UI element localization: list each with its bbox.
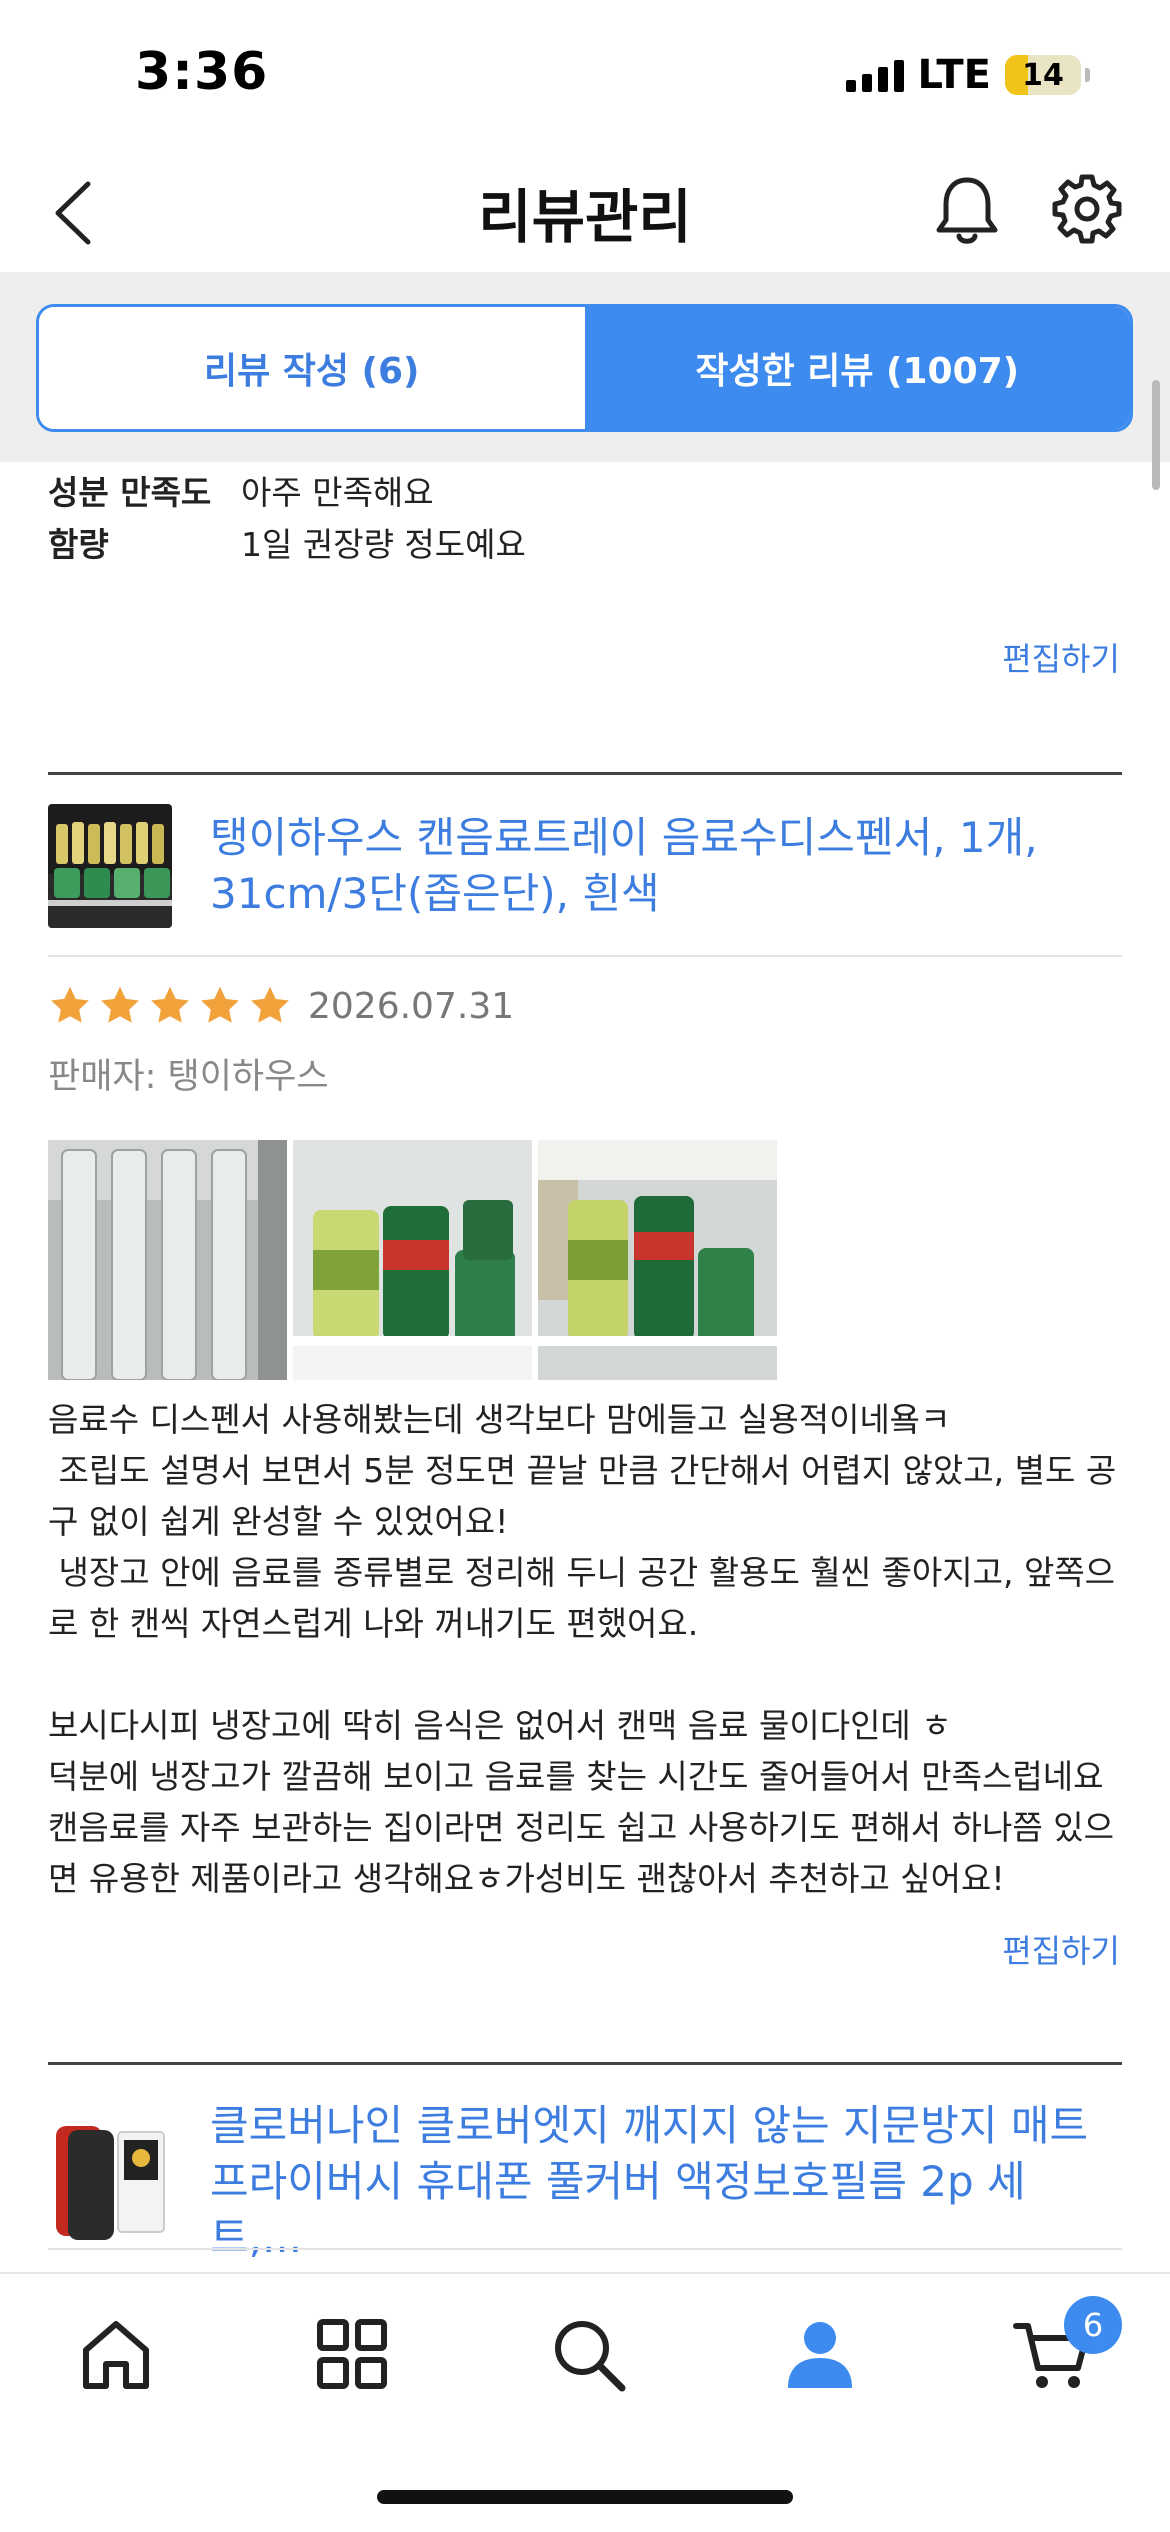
tab-bar-container: 리뷰 작성 (6) 작성한 리뷰 (1007) xyxy=(0,272,1170,462)
star-icon xyxy=(201,986,239,1023)
status-bar: 3:36 LTE 14 xyxy=(0,0,1170,150)
product-name-link[interactable]: 클로버나인 클로버엣지 깨지지 않는 지문방지 매트 프라이버시 휴대폰 풀커버… xyxy=(210,2098,1100,2266)
network-type: LTE xyxy=(917,52,991,98)
gear-icon[interactable] xyxy=(1050,172,1124,246)
product-thumbnail[interactable] xyxy=(48,804,172,928)
product-thumbnail[interactable] xyxy=(48,2120,172,2244)
review-photos xyxy=(48,1140,777,1380)
tab-write-review[interactable]: 리뷰 작성 (6) xyxy=(39,307,585,429)
review-date: 2026.07.31 xyxy=(308,985,515,1027)
battery-level: 14 xyxy=(1022,57,1064,93)
edit-review-button[interactable]: 편집하기 xyxy=(1002,634,1120,680)
app-header: 리뷰관리 xyxy=(0,150,1170,270)
rating-row: 2026.07.31 xyxy=(48,984,514,1028)
section-divider xyxy=(48,2248,1122,2250)
signal-icon xyxy=(845,58,904,92)
status-indicators: LTE 14 xyxy=(845,52,1090,98)
attribute-value: 1일 권장량 정도예요 xyxy=(241,525,526,564)
battery-icon: 14 xyxy=(1005,55,1081,95)
home-icon[interactable] xyxy=(76,2314,156,2394)
search-icon[interactable] xyxy=(548,2314,628,2394)
review-divider xyxy=(48,772,1122,775)
tab-written-reviews[interactable]: 작성한 리뷰 (1007) xyxy=(584,307,1130,429)
my-page-icon[interactable] xyxy=(780,2314,860,2394)
attribute-row: 성분 만족도 아주 만족해요 xyxy=(48,466,434,514)
review-text: 음료수 디스펜서 사용해봤는데 생각보다 맘에들고 실용적이네욬ㅋ 조립도 설명… xyxy=(48,1400,1117,1898)
scrollbar[interactable] xyxy=(1152,380,1160,490)
attribute-value: 아주 만족해요 xyxy=(241,473,434,512)
attribute-key: 성분 만족도 xyxy=(48,473,212,512)
seller-name: 판매자: 탱이하우스 xyxy=(48,1057,329,1097)
section-divider xyxy=(48,955,1122,957)
status-time: 3:36 xyxy=(135,42,269,102)
attribute-row: 함량 1일 권장량 정도예요 xyxy=(48,518,526,566)
review-tabs: 리뷰 작성 (6) 작성한 리뷰 (1007) xyxy=(36,304,1133,432)
product-row[interactable]: 탱이하우스 캔음료트레이 음료수디스펜서, 1개, 31cm/3단(좁은단), … xyxy=(48,804,1100,928)
star-icon xyxy=(101,986,139,1023)
review-photo[interactable] xyxy=(48,1140,287,1380)
bell-icon[interactable] xyxy=(932,172,1002,248)
star-icon xyxy=(251,986,289,1023)
bottom-navigation xyxy=(0,2272,1170,2474)
star-icon xyxy=(51,986,89,1023)
cart-badge: 6 xyxy=(1064,2296,1122,2354)
product-row[interactable]: 클로버나인 클로버엣지 깨지지 않는 지문방지 매트 프라이버시 휴대폰 풀커버… xyxy=(48,2098,1100,2266)
attribute-key: 함량 xyxy=(48,525,109,564)
category-icon[interactable] xyxy=(312,2314,392,2394)
edit-review-button[interactable]: 편집하기 xyxy=(1002,1926,1120,1972)
star-icon xyxy=(151,986,189,1023)
review-photo[interactable] xyxy=(538,1140,777,1380)
review-photo[interactable] xyxy=(293,1140,532,1380)
home-indicator[interactable] xyxy=(377,2490,793,2504)
product-name-link[interactable]: 탱이하우스 캔음료트레이 음료수디스펜서, 1개, 31cm/3단(좁은단), … xyxy=(210,810,1100,922)
review-divider xyxy=(48,2062,1122,2065)
